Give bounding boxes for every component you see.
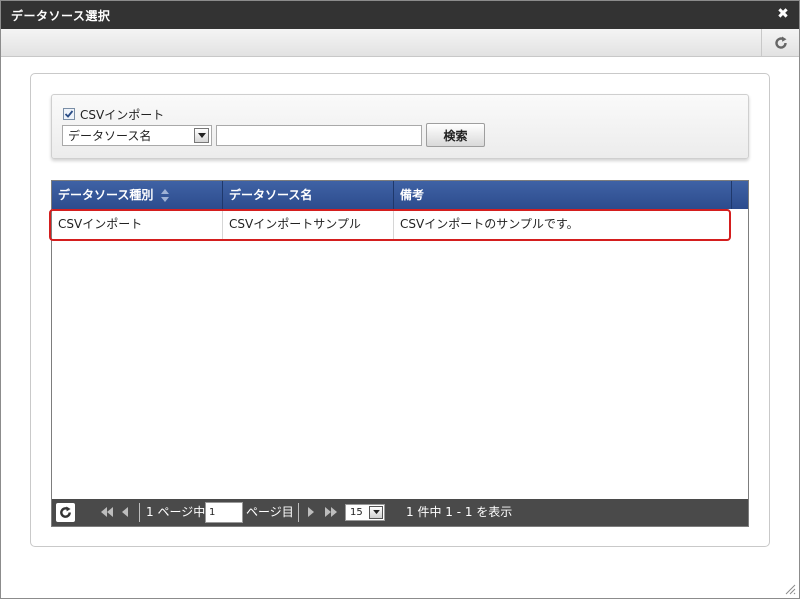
cell-type: CSVインポート [52,209,223,239]
close-icon[interactable]: ✖ [775,5,791,23]
resize-grip-icon[interactable] [784,583,796,595]
first-page-icon[interactable] [100,506,114,518]
search-field-select-value: データソース名 [68,129,152,143]
checkmark-icon [64,110,74,118]
csv-import-checkbox-label: CSVインポート [80,107,165,122]
pager: 1 ページ中 ページ目 15 1 件中 1 - 1 を表示 [52,499,748,526]
table-row[interactable]: CSVインポート CSVインポートサンプル CSVインポートのサンプルです。 [52,209,748,239]
search-keyword-input[interactable] [216,125,422,146]
pager-refresh-button[interactable] [56,503,75,522]
search-button[interactable]: 検索 [426,123,485,147]
pager-separator [139,503,140,522]
csv-import-filter[interactable]: CSVインポート [63,106,164,122]
record-summary: 1 件中 1 - 1 を表示 [406,505,513,519]
column-header-note: 備考 [394,181,732,209]
page-number-input[interactable] [205,502,243,523]
content-panel: CSVインポート データソース名 検索 データソース種別 データソース名 備考 … [30,73,770,547]
page-size-select[interactable]: 15 [345,504,385,521]
table-header: データソース種別 データソース名 備考 [52,181,748,209]
sort-icon [160,189,169,202]
search-field-select[interactable]: データソース名 [62,125,212,146]
csv-import-checkbox[interactable] [63,108,75,120]
page-prefix-text: 1 ページ中 [146,505,206,519]
page-size-value: 15 [350,507,363,518]
column-header-type[interactable]: データソース種別 [52,181,223,209]
column-header-label: データソース種別 [58,188,154,202]
next-page-icon[interactable] [307,506,315,518]
page-suffix-text: ページ目 [246,505,294,519]
cell-name: CSVインポートサンプル [223,209,394,239]
dialog-toolbar [1,29,799,57]
refresh-icon [60,506,71,518]
refresh-button[interactable] [761,29,799,56]
refresh-icon [774,36,787,49]
column-header-name: データソース名 [223,181,394,209]
chevron-down-icon[interactable] [194,128,209,143]
last-page-icon[interactable] [324,506,338,518]
dialog-title: データソース選択 [11,9,111,23]
data-source-table: データソース種別 データソース名 備考 CSVインポート CSVインポートサンプ… [49,180,749,527]
cell-note: CSVインポートのサンプルです。 [400,217,579,231]
pager-separator [298,503,299,522]
dialog-titlebar: データソース選択 ✖ [1,1,799,29]
chevron-down-icon[interactable] [369,506,383,519]
prev-page-icon[interactable] [121,506,129,518]
search-box: CSVインポート データソース名 検索 [51,94,749,159]
data-source-dialog: データソース選択 ✖ CSVインポート データソース名 検索 データソース種別 … [0,0,800,599]
